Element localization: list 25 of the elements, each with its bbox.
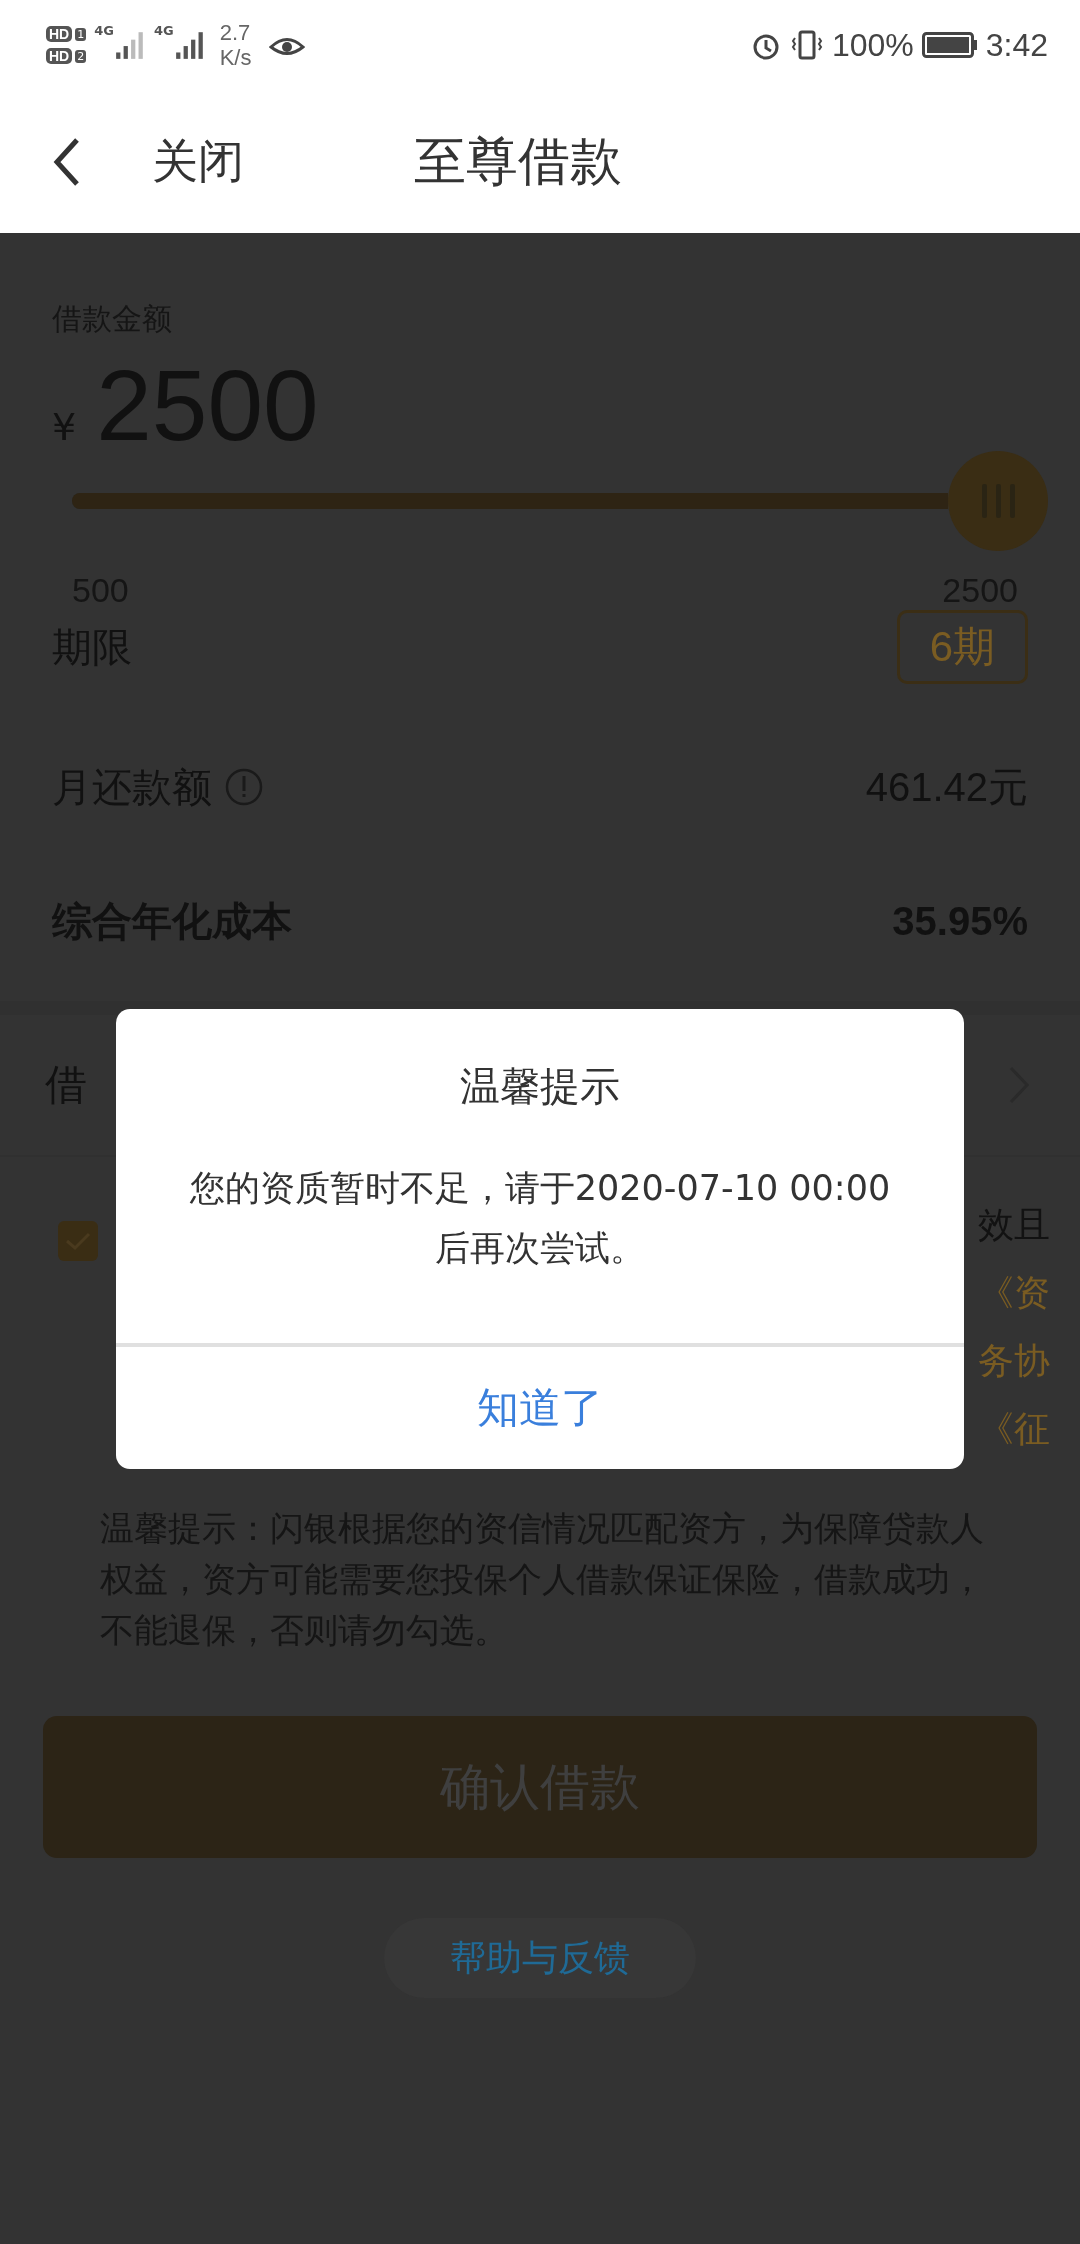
page-title: 至尊借款 — [414, 129, 622, 193]
clock: 3:42 — [985, 26, 1048, 64]
agreement-text: 《资 — [978, 1271, 1050, 1315]
dialog-message: 您的资质暂时不足，请于2020-07-10 00:00后再次尝试。 — [188, 1167, 892, 1270]
sim-indicator: HD 1 — [46, 26, 87, 42]
signal-icon — [173, 29, 206, 61]
speed-unit: K/s — [219, 45, 252, 70]
battery-percent: 100% — [831, 26, 914, 64]
help-button[interactable]: 帮助与反馈 — [384, 1918, 696, 1998]
agreement-text: 《征 — [978, 1407, 1050, 1451]
dialog-title: 温馨提示 — [460, 1062, 620, 1111]
agreement-checkbox[interactable] — [58, 1221, 98, 1261]
vibrate-icon — [789, 28, 824, 62]
network-type: 4G — [153, 23, 174, 38]
term-chip[interactable]: 6期 — [896, 610, 1028, 684]
battery-icon — [921, 32, 978, 58]
currency-symbol: ¥ — [52, 405, 77, 449]
network-speed: 2.7 — [219, 20, 252, 45]
agreement-text: 务协 — [978, 1339, 1050, 1383]
dialog-ok-button[interactable]: 知道了 — [116, 1343, 964, 1469]
signal-icon — [113, 29, 146, 61]
close-link[interactable]: 关闭 — [152, 130, 244, 193]
info-icon[interactable] — [224, 767, 264, 807]
network-type: 4G — [94, 23, 114, 38]
sim-indicator: HD 2 — [46, 48, 87, 64]
